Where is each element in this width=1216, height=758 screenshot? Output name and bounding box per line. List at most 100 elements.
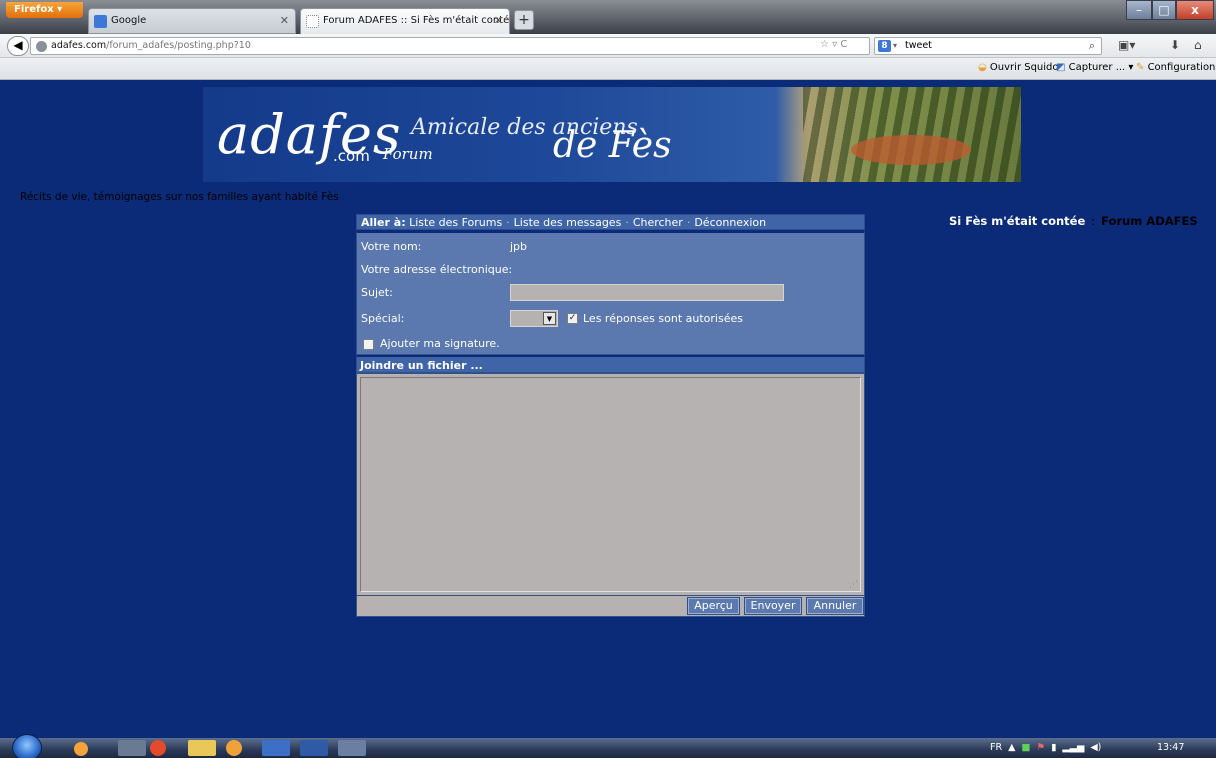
bookmark-label: Configuration	[1147, 62, 1216, 73]
extension-icon[interactable]: ▣▾	[1118, 38, 1135, 52]
site-logo: adafes	[217, 103, 402, 166]
google-icon	[94, 15, 107, 28]
tab-forum[interactable]: Forum ADAFES :: Si Fès m'était contée ✕	[300, 8, 510, 34]
logo-dotcom: .com	[333, 147, 370, 165]
bookmark-item[interactable]: ◩ Capturer ... ▾	[1056, 62, 1133, 73]
close-tab-icon[interactable]: ✕	[494, 14, 503, 27]
dropdown-icon[interactable]: ▿	[832, 39, 837, 50]
firefox-menu-button[interactable]: Firefox ▾	[6, 2, 83, 18]
media-taskbar-icon[interactable]	[338, 740, 366, 756]
message-textarea[interactable]: ⋰	[360, 377, 861, 592]
garden-image	[851, 135, 971, 165]
signature-checkbox[interactable]	[363, 339, 374, 350]
bookmark-item[interactable]: ✎ Configuration	[1136, 62, 1215, 73]
power-icon[interactable]: ▮	[1051, 742, 1056, 753]
clock[interactable]: 13:47	[1157, 742, 1184, 753]
web-page: adafes .com Forum Amicale des anciens de…	[6, 80, 1210, 738]
menu-link-forums[interactable]: Liste des Forums	[409, 216, 502, 229]
close-tab-icon[interactable]: ✕	[280, 14, 289, 27]
bookmark-item[interactable]: ◒ Ouvrir Squido	[978, 62, 1059, 73]
page-icon	[306, 15, 319, 28]
site-name-link[interactable]: Si Fès m'était contée	[949, 214, 1085, 228]
home-icon[interactable]: ⌂	[1194, 38, 1202, 52]
replies-allowed-label: Les réponses sont autorisées	[583, 312, 743, 325]
navigation-bar: ◀ adafes.com/forum_adafes/posting.php?10…	[0, 34, 1216, 58]
maximize-button[interactable]: □	[1152, 0, 1176, 20]
google-search-icon[interactable]: 8	[878, 40, 891, 52]
wrench-icon: ✎	[1136, 62, 1145, 73]
download-icon[interactable]: ⬇	[1170, 38, 1180, 52]
replies-allowed-checkbox[interactable]: ✓	[567, 313, 578, 324]
special-select[interactable]: ▼	[510, 310, 558, 327]
reload-icon[interactable]: C	[840, 39, 847, 50]
goto-label: Aller à:	[361, 216, 406, 229]
form-buttons: Aperçu Envoyer Annuler	[356, 596, 865, 617]
signature-label: Ajouter ma signature.	[380, 337, 500, 350]
site-subtitle: Récits de vie, témoignages sur nos famil…	[20, 191, 339, 203]
word-taskbar-icon[interactable]	[262, 740, 290, 756]
firefox-taskbar-icon[interactable]	[74, 742, 88, 756]
resize-grip-icon[interactable]: ⋰	[849, 580, 858, 590]
minimize-button[interactable]: –	[1126, 0, 1152, 20]
explorer-taskbar-icon[interactable]	[188, 740, 216, 756]
window-taskbar-icon[interactable]	[300, 740, 328, 756]
form-fields: Votre nom: jpb Votre adresse électroniqu…	[356, 230, 865, 355]
network-taskbar-icon[interactable]	[118, 740, 146, 756]
special-label: Spécial:	[361, 312, 405, 325]
start-button[interactable]	[12, 734, 42, 758]
breadcrumb-separator: :	[1091, 214, 1096, 228]
message-area: ⋰	[356, 373, 865, 596]
back-button[interactable]: ◀	[7, 36, 29, 56]
name-value: jpb	[510, 240, 528, 253]
squido-icon: ◒	[978, 62, 987, 73]
forum-name-link[interactable]: Forum ADAFES	[1101, 214, 1197, 228]
search-input[interactable]: tweet	[905, 40, 932, 51]
tab-google[interactable]: Google ✕	[88, 8, 296, 34]
firefox-menu-label: Firefox	[14, 4, 54, 15]
search-bar[interactable]: 8 ▾ tweet ⌕	[874, 37, 1102, 55]
banner-fes: de Fès	[553, 125, 672, 166]
new-tab-button[interactable]: +	[514, 10, 534, 30]
attach-file-link[interactable]: Joindre un fichier ...	[356, 355, 865, 373]
goto-menu: Aller à: Liste des Forums · Liste des mess…	[356, 214, 865, 230]
firefox-window-taskbar-icon[interactable]	[150, 740, 166, 756]
url-host: adafes.com	[51, 40, 107, 51]
chevron-down-icon[interactable]: ▾	[893, 41, 897, 50]
app-taskbar-icon[interactable]	[226, 740, 242, 756]
bookmarks-toolbar: ◒ Ouvrir Squido ◩ Capturer ... ▾ ✎ Confi…	[0, 58, 1216, 80]
volume-icon[interactable]: ◀)	[1090, 742, 1101, 753]
bookmark-label: Capturer ...	[1068, 62, 1126, 73]
tab-label: Google	[111, 15, 147, 26]
action-center-icon[interactable]: ⚑	[1037, 742, 1046, 753]
system-tray: FR ▲ ■ ⚑ ▮ ▂▃▅ ◀)	[990, 742, 1101, 753]
subject-label: Sujet:	[361, 286, 393, 299]
posting-form: Aller à: Liste des Forums · Liste des mess…	[356, 214, 865, 617]
signal-icon[interactable]: ▂▃▅	[1062, 742, 1084, 753]
star-icon[interactable]: ☆	[820, 39, 829, 50]
url-controls: ☆ ▿ C	[820, 39, 847, 50]
tab-label: Forum ADAFES :: Si Fès m'était contée	[323, 15, 510, 26]
menu-link-search[interactable]: Chercher	[633, 216, 683, 229]
menu-link-logout[interactable]: Déconnexion	[694, 216, 766, 229]
chevron-down-icon[interactable]: ▼	[543, 312, 556, 325]
name-label: Votre nom:	[361, 240, 422, 253]
subject-input[interactable]	[510, 284, 784, 301]
url-path: /forum_adafes/posting.php?10	[106, 40, 251, 51]
tray-app-icon[interactable]: ■	[1021, 742, 1030, 753]
preview-button[interactable]: Aperçu	[687, 597, 740, 615]
capture-icon: ◩	[1056, 62, 1066, 73]
close-window-button[interactable]: x	[1176, 0, 1214, 20]
globe-icon	[36, 41, 47, 52]
cancel-button[interactable]: Annuler	[806, 597, 864, 615]
url-bar[interactable]: adafes.com/forum_adafes/posting.php?10	[30, 37, 870, 55]
search-icon[interactable]: ⌕	[1089, 39, 1095, 53]
logo-forum: Forum	[383, 145, 433, 163]
language-indicator[interactable]: FR	[990, 742, 1002, 753]
tray-expand-icon[interactable]: ▲	[1008, 742, 1015, 753]
browser-title-bar: Firefox ▾ Google ✕ Forum ADAFES :: Si Fè…	[0, 0, 1216, 34]
windows-taskbar: FR ▲ ■ ⚑ ▮ ▂▃▅ ◀) 13:47	[0, 734, 1216, 758]
menu-link-messages[interactable]: Liste des messages	[514, 216, 622, 229]
bookmark-label: Ouvrir Squido	[989, 62, 1059, 73]
forum-banner[interactable]: adafes .com Forum Amicale des anciens de…	[203, 87, 1021, 182]
send-button[interactable]: Envoyer	[744, 597, 802, 615]
